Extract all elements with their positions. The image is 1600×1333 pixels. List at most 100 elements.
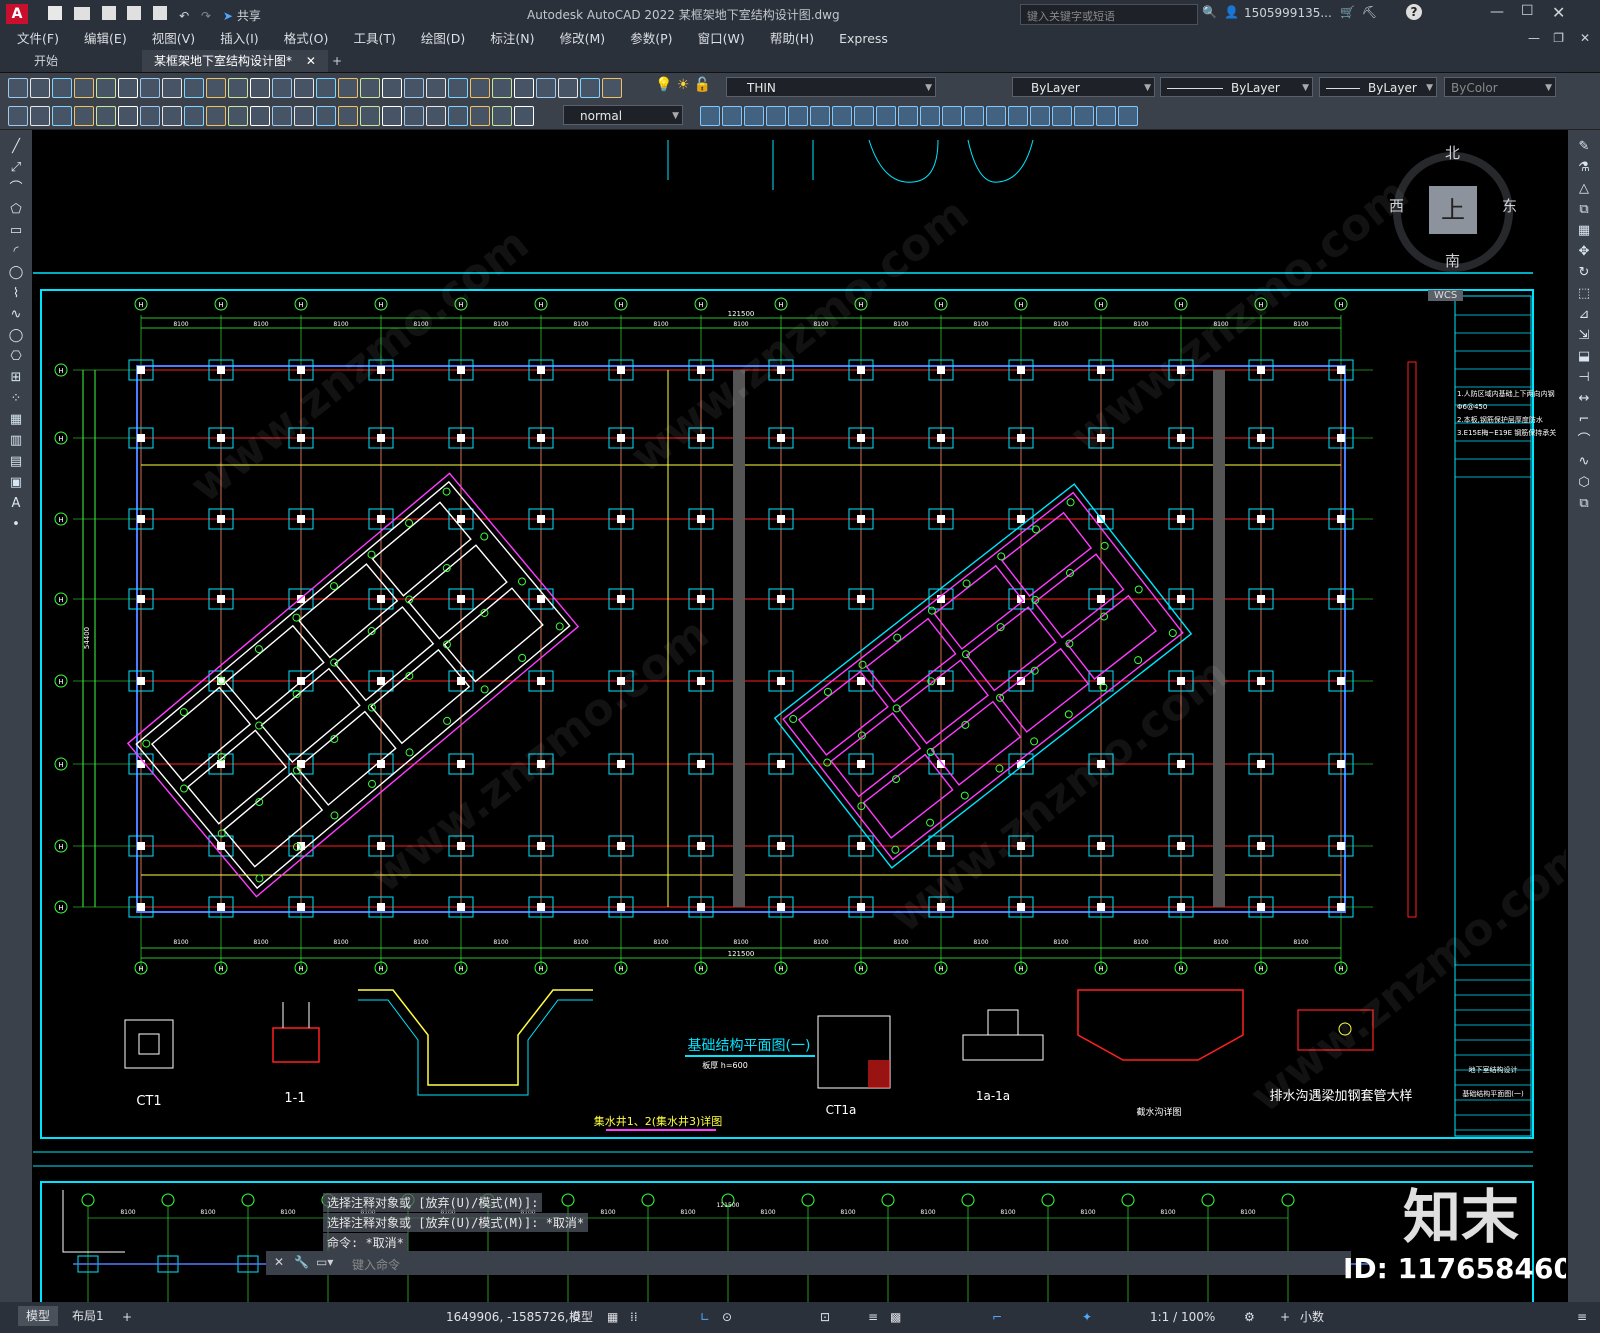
- modify-tool-icon[interactable]: [832, 106, 852, 126]
- menu-express[interactable]: Express: [829, 28, 898, 50]
- modify-tool-icon[interactable]: [1052, 106, 1072, 126]
- modify-palette-icon[interactable]: ⬚: [1575, 285, 1593, 303]
- command-wrench-icon[interactable]: 🔧: [294, 1255, 309, 1269]
- menu-format[interactable]: 格式(O): [274, 28, 339, 50]
- dimension-tool-icon[interactable]: [448, 106, 468, 126]
- redo-icon[interactable]: ↷: [201, 9, 211, 23]
- menu-insert[interactable]: 插入(I): [210, 28, 268, 50]
- standard-tool-icon[interactable]: [272, 78, 292, 98]
- standard-tool-icon[interactable]: [338, 78, 358, 98]
- help-icon[interactable]: ?: [1406, 4, 1422, 20]
- dimension-tool-icon[interactable]: [272, 106, 292, 126]
- dimension-tool-icon[interactable]: [140, 106, 160, 126]
- search-input[interactable]: 键入关键字或短语: [1021, 10, 1115, 23]
- draw-palette-icon[interactable]: ⁘: [7, 390, 25, 408]
- dimension-tool-icon[interactable]: [426, 106, 446, 126]
- osnap-icon[interactable]: ⊡: [820, 1302, 830, 1333]
- user-name[interactable]: 1505999135...: [1244, 6, 1332, 20]
- ucs-icon[interactable]: ⌐: [992, 1302, 1002, 1333]
- standard-tool-icon[interactable]: [558, 78, 578, 98]
- dimension-tool-icon[interactable]: [294, 106, 314, 126]
- dimension-tool-icon[interactable]: [8, 106, 28, 126]
- modify-tool-icon[interactable]: [1008, 106, 1028, 126]
- standard-tool-icon[interactable]: [96, 78, 116, 98]
- menu-draw[interactable]: 绘图(D): [411, 28, 475, 50]
- standard-tool-icon[interactable]: [470, 78, 490, 98]
- annotation-scale[interactable]: 1:1 / 100%: [1150, 1302, 1215, 1333]
- linetype-dropdown[interactable]: ByLayer ▼: [1160, 77, 1313, 97]
- modify-palette-icon[interactable]: ⧉: [1575, 201, 1593, 219]
- maximize-icon[interactable]: ☐: [1521, 3, 1534, 19]
- dimension-tool-icon[interactable]: [74, 106, 94, 126]
- menu-modify[interactable]: 修改(M): [550, 28, 616, 50]
- modify-palette-icon[interactable]: △: [1575, 180, 1593, 198]
- tab-close-icon[interactable]: ✕: [306, 54, 316, 68]
- draw-palette-icon[interactable]: ∿: [7, 306, 25, 324]
- menu-help[interactable]: 帮助(H): [760, 28, 824, 50]
- dimension-tool-icon[interactable]: [52, 106, 72, 126]
- modify-palette-icon[interactable]: ↻: [1575, 264, 1593, 282]
- standard-tool-icon[interactable]: [316, 78, 336, 98]
- standard-tool-icon[interactable]: [448, 78, 468, 98]
- modify-palette-icon[interactable]: ⇲: [1575, 327, 1593, 345]
- compass-south[interactable]: 南: [1445, 250, 1460, 271]
- model-space-toggle[interactable]: 模型: [569, 1302, 593, 1333]
- modify-tool-icon[interactable]: [810, 106, 830, 126]
- draw-palette-icon[interactable]: ⬠: [7, 201, 25, 219]
- plot-icon[interactable]: [153, 6, 168, 20]
- undo-icon[interactable]: ↶: [179, 9, 189, 23]
- save-icon[interactable]: [101, 6, 116, 20]
- lineweight-toggle-icon[interactable]: ≡: [868, 1302, 878, 1333]
- dimension-tool-icon[interactable]: [404, 106, 424, 126]
- command-prompt-icon[interactable]: ▭▾: [316, 1255, 333, 1269]
- modify-tool-icon[interactable]: [920, 106, 940, 126]
- standard-tool-icon[interactable]: [536, 78, 556, 98]
- modify-palette-icon[interactable]: ⬡: [1575, 474, 1593, 492]
- doc-restore-icon[interactable]: ❐: [1553, 31, 1564, 45]
- dimension-tool-icon[interactable]: [250, 106, 270, 126]
- open-icon[interactable]: [73, 7, 90, 20]
- customize-icon[interactable]: ≡: [1577, 1302, 1587, 1333]
- dimension-tool-icon[interactable]: [382, 106, 402, 126]
- dimension-tool-icon[interactable]: [514, 106, 534, 126]
- ortho-icon[interactable]: ∟: [700, 1302, 710, 1333]
- standard-tool-icon[interactable]: [426, 78, 446, 98]
- modify-palette-icon[interactable]: ⚗: [1575, 159, 1593, 177]
- dimension-tool-icon[interactable]: [338, 106, 358, 126]
- text-style-dropdown[interactable]: normal ▼: [563, 105, 683, 125]
- layer-dropdown[interactable]: THIN ▼: [726, 77, 936, 97]
- menu-tools[interactable]: 工具(T): [343, 28, 405, 50]
- modify-tool-icon[interactable]: [942, 106, 962, 126]
- account-icon[interactable]: ⛏: [1362, 5, 1377, 19]
- menu-dimension[interactable]: 标注(N): [480, 28, 544, 50]
- compass-north[interactable]: 北: [1445, 142, 1460, 163]
- standard-tool-icon[interactable]: [514, 78, 534, 98]
- standard-tool-icon[interactable]: [184, 78, 204, 98]
- layout-tab-model[interactable]: 模型: [18, 1306, 59, 1326]
- grid-icon[interactable]: ▦: [607, 1302, 618, 1333]
- modify-palette-icon[interactable]: ⊣: [1575, 369, 1593, 387]
- dimension-tool-icon[interactable]: [96, 106, 116, 126]
- viewcube-face[interactable]: 上: [1429, 186, 1477, 234]
- dimension-tool-icon[interactable]: [118, 106, 138, 126]
- standard-tool-icon[interactable]: [382, 78, 402, 98]
- modify-tool-icon[interactable]: [964, 106, 984, 126]
- dimension-tool-icon[interactable]: [470, 106, 490, 126]
- standard-tool-icon[interactable]: [404, 78, 424, 98]
- draw-palette-icon[interactable]: ◯: [7, 264, 25, 282]
- standard-tool-icon[interactable]: [8, 78, 28, 98]
- share-icon[interactable]: ➤: [223, 9, 233, 23]
- menu-parametric[interactable]: 参数(P): [620, 28, 682, 50]
- modify-tool-icon[interactable]: [766, 106, 786, 126]
- color-dropdown[interactable]: ByLayer ▼: [1012, 77, 1155, 97]
- menu-view[interactable]: 视图(V): [142, 28, 205, 50]
- tab-start[interactable]: 开始: [22, 50, 70, 72]
- draw-palette-icon[interactable]: •: [7, 516, 25, 534]
- polar-icon[interactable]: ⊙: [722, 1302, 732, 1333]
- dimension-tool-icon[interactable]: [30, 106, 50, 126]
- compass-west[interactable]: 西: [1389, 195, 1404, 216]
- standard-tool-icon[interactable]: [206, 78, 226, 98]
- standard-tool-icon[interactable]: [74, 78, 94, 98]
- snap-icon[interactable]: ⁞⁞: [630, 1302, 638, 1333]
- compass-east[interactable]: 东: [1502, 195, 1517, 216]
